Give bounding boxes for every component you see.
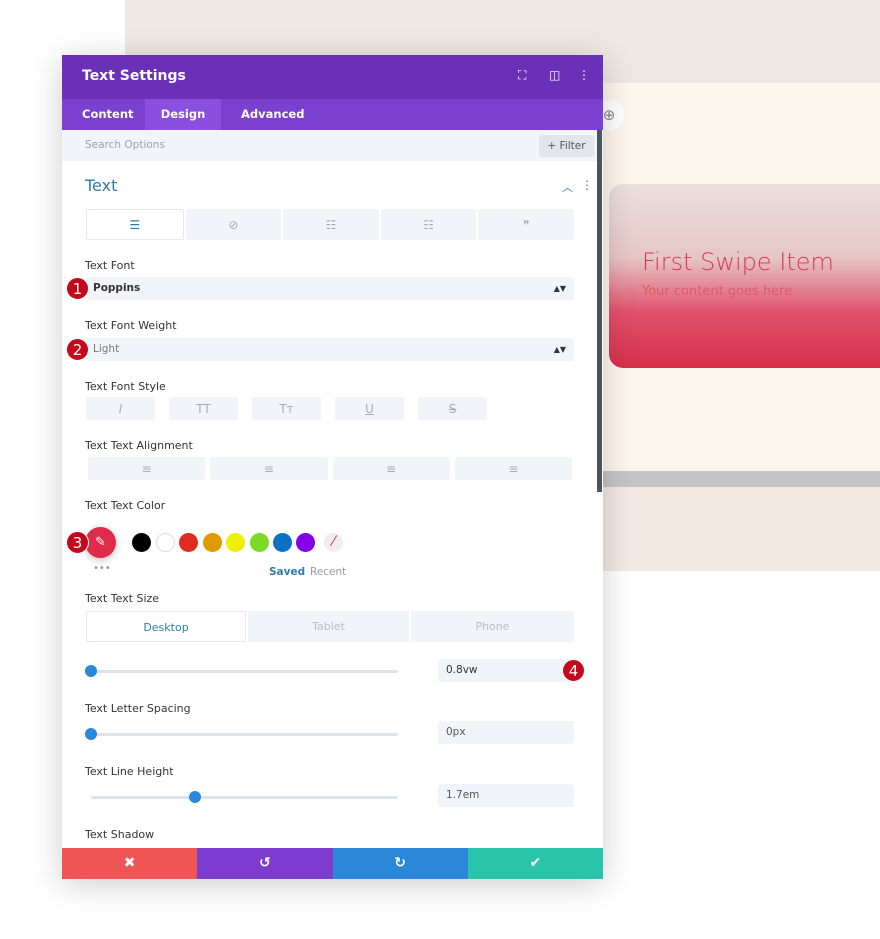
swatch-white[interactable] xyxy=(156,533,175,552)
letter-spacing-input[interactable]: 0px xyxy=(438,721,574,744)
font-style-label: Text Font Style xyxy=(85,380,166,393)
tab-design[interactable]: Design xyxy=(145,99,221,130)
select-arrows-icon: ▲▼ xyxy=(553,284,566,293)
step-badge-1: 1 xyxy=(66,277,89,300)
device-tab-tablet[interactable]: Tablet xyxy=(248,611,409,642)
search-bar: Search Options + Filter xyxy=(62,130,603,161)
font-value: Poppins xyxy=(93,282,141,294)
recent-colors-tab[interactable]: Recent xyxy=(310,566,346,578)
line-height-label: Text Line Height xyxy=(85,765,174,778)
slider-handle[interactable] xyxy=(85,665,97,677)
preview-divider xyxy=(600,471,880,487)
font-weight-label: Text Font Weight xyxy=(85,319,177,332)
step-badge-4: 4 xyxy=(562,659,585,682)
panel-header: Text Settings ⛶ ◫ ⋮ xyxy=(62,55,603,99)
cancel-button[interactable]: ✖ xyxy=(62,848,198,879)
redo-button[interactable]: ↻ xyxy=(332,848,468,879)
text-size-label: Text Text Size xyxy=(85,592,160,605)
device-tab-desktop[interactable]: Desktop xyxy=(86,611,246,642)
swatch-yellow[interactable] xyxy=(226,533,245,552)
swatch-purple[interactable] xyxy=(296,533,315,552)
panel-tabs: Content Design Advanced xyxy=(62,99,603,130)
font-weight-value: Light xyxy=(93,343,120,355)
text-size-slider[interactable] xyxy=(85,665,398,677)
capitalize-icon[interactable]: Tт xyxy=(252,397,321,420)
text-subtabs: ☰ ⊘ ☷ ☷ ❞ xyxy=(86,209,574,240)
align-left-icon[interactable]: ≡ xyxy=(88,457,206,480)
slider-handle[interactable] xyxy=(189,791,202,803)
search-input[interactable]: Search Options xyxy=(85,139,165,151)
undo-button[interactable]: ↺ xyxy=(197,848,333,879)
swatch-blue[interactable] xyxy=(273,533,292,552)
split-view-icon[interactable]: ◫ xyxy=(549,68,560,82)
color-label: Text Text Color xyxy=(85,499,166,512)
panel-title: Text Settings xyxy=(82,68,186,84)
font-style-buttons: I TT Tт U S xyxy=(86,397,487,420)
align-right-icon[interactable]: ≡ xyxy=(332,457,450,480)
more-options-icon[interactable]: ⋮ xyxy=(578,68,590,82)
collapse-icon[interactable]: ︿ xyxy=(562,179,573,195)
text-shadow-label: Text Shadow xyxy=(85,828,155,841)
text-size-input[interactable]: 0.8vw xyxy=(438,659,574,682)
letter-spacing-label: Text Letter Spacing xyxy=(85,702,191,715)
font-weight-select[interactable]: Light ▲▼ xyxy=(86,338,574,361)
swatch-red[interactable] xyxy=(179,533,198,552)
swatch-green[interactable] xyxy=(250,533,269,552)
line-height-input[interactable]: 1.7em xyxy=(438,784,574,807)
filter-button[interactable]: + Filter xyxy=(539,135,594,157)
unordered-list-icon[interactable]: ☷ xyxy=(283,209,379,240)
strikethrough-icon[interactable]: S xyxy=(418,397,487,420)
step-badge-2: 2 xyxy=(66,338,89,361)
eyedropper-icon[interactable]: ✎ xyxy=(85,527,116,558)
alignment-label: Text Text Alignment xyxy=(85,439,193,452)
page-background-bottom xyxy=(600,487,880,571)
font-select[interactable]: Poppins ▲▼ xyxy=(86,277,574,300)
swipe-item-content: Your content goes here xyxy=(642,284,793,299)
link-tab-icon[interactable]: ⊘ xyxy=(185,209,282,240)
save-button[interactable]: ✔ xyxy=(467,848,603,879)
font-label: Text Font xyxy=(85,259,135,272)
saved-colors-tab[interactable]: Saved xyxy=(269,566,305,578)
italic-icon[interactable]: I xyxy=(86,397,155,420)
ordered-list-icon[interactable]: ☷ xyxy=(380,209,477,240)
slider-handle[interactable] xyxy=(85,728,97,740)
tab-advanced[interactable]: Advanced xyxy=(221,99,324,130)
panel-scrollbar[interactable] xyxy=(597,130,602,492)
no-color-icon[interactable]: ⁄ xyxy=(324,533,343,552)
step-badge-3: 3 xyxy=(66,531,89,554)
underline-icon[interactable]: U xyxy=(335,397,404,420)
swatch-black[interactable] xyxy=(132,533,151,552)
uppercase-icon[interactable]: TT xyxy=(169,397,238,420)
alignment-buttons: ≡ ≡ ≡ ≡ xyxy=(88,457,572,480)
tab-content[interactable]: Content xyxy=(62,99,154,130)
fullscreen-icon[interactable]: ⛶ xyxy=(518,68,526,83)
align-center-icon[interactable]: ≡ xyxy=(210,457,328,480)
section-title: Text xyxy=(85,176,118,195)
align-justify-icon[interactable]: ≡ xyxy=(454,457,572,480)
quote-icon[interactable]: ❞ xyxy=(478,209,574,240)
swipe-item-title: First Swipe Item xyxy=(642,248,834,276)
swatch-orange[interactable] xyxy=(203,533,222,552)
letter-spacing-slider[interactable] xyxy=(85,728,398,740)
section-more-icon[interactable]: ⋮ xyxy=(581,178,593,192)
more-colors-icon[interactable]: ••• xyxy=(93,563,111,574)
text-settings-panel: Text Settings ⛶ ◫ ⋮ Content Design Advan… xyxy=(62,55,603,879)
swipe-item-card: First Swipe Item Your content goes here xyxy=(609,184,880,368)
select-arrows-icon: ▲▼ xyxy=(553,345,566,354)
paragraph-tab-icon[interactable]: ☰ xyxy=(86,209,184,240)
line-height-slider[interactable] xyxy=(91,791,398,803)
device-tab-phone[interactable]: Phone xyxy=(411,611,574,642)
